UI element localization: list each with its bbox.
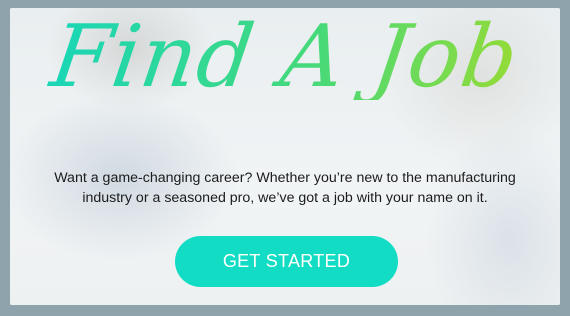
get-started-button[interactable]: GET STARTED — [175, 236, 398, 287]
hero-headline: Find A Job — [10, 8, 560, 107]
hero-banner: Find A Job Want a game-changing career? … — [10, 8, 560, 305]
hero-description: Want a game-changing career? Whether you… — [54, 170, 516, 206]
